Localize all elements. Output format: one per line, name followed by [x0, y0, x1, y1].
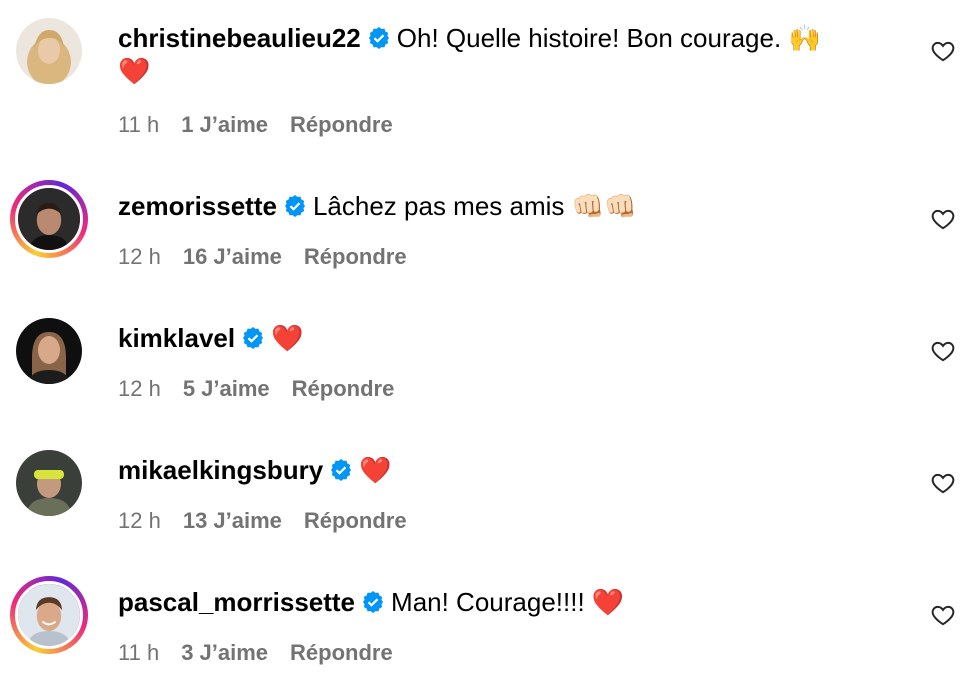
comment-emoji: 🙌 [788, 23, 821, 53]
comment-text: Man! Courage!!!! [391, 587, 585, 617]
comment-time: 11 h [118, 112, 160, 137]
comment-username[interactable]: mikaelkingsbury [118, 455, 323, 485]
like-heart-icon[interactable] [930, 602, 956, 628]
comment-username[interactable]: kimklavel [118, 323, 235, 353]
comment-likes[interactable]: 13 J’aime [183, 508, 282, 533]
reply-button[interactable]: Répondre [290, 640, 393, 665]
comment-time: 12 h [118, 376, 161, 401]
comment-username[interactable]: zemorissette [118, 191, 277, 221]
comment-text: Oh! Quelle histoire! Bon courage. [396, 23, 782, 53]
like-heart-icon[interactable] [930, 338, 956, 364]
like-heart-icon[interactable] [930, 206, 956, 232]
verified-badge-icon [361, 590, 385, 614]
comment-emoji: ❤️ [359, 455, 392, 485]
comment-emoji-line2: ❤️ [118, 56, 151, 86]
avatar[interactable] [16, 450, 82, 516]
comment-text: Lâchez pas mes amis [312, 191, 565, 221]
comment-emoji: ❤️ [591, 587, 625, 617]
comment-emoji: ❤️ [271, 323, 304, 353]
verified-badge-icon [329, 458, 353, 482]
avatar[interactable] [16, 18, 82, 84]
reply-button[interactable]: Répondre [304, 508, 407, 533]
comment-likes[interactable]: 16 J’aime [183, 244, 282, 269]
avatar[interactable] [10, 180, 88, 258]
like-heart-icon[interactable] [930, 470, 956, 496]
comment-likes[interactable]: 1 J’aime [181, 112, 268, 137]
comments-list: christinebeaulieu22 Oh! Quelle histoire! … [0, 0, 974, 682]
avatar[interactable] [10, 576, 88, 654]
comment-time: 12 h [118, 508, 161, 533]
verified-badge-icon [241, 326, 265, 350]
verified-badge-icon [367, 26, 391, 50]
comment-time: 11 h [118, 640, 160, 665]
reply-button[interactable]: Répondre [304, 244, 407, 269]
comment-likes[interactable]: 5 J’aime [183, 376, 270, 401]
avatar[interactable] [16, 318, 82, 384]
like-heart-icon[interactable] [930, 38, 956, 64]
reply-button[interactable]: Répondre [290, 112, 393, 137]
verified-badge-icon [283, 194, 307, 218]
comment-username[interactable]: christinebeaulieu22 [118, 23, 361, 53]
reply-button[interactable]: Répondre [292, 376, 395, 401]
comment-time: 12 h [118, 244, 161, 269]
comment-username[interactable]: pascal_morrissette [118, 587, 355, 617]
comment-likes[interactable]: 3 J’aime [181, 640, 268, 665]
comment-emoji: 👊🏻👊🏻 [571, 191, 637, 221]
